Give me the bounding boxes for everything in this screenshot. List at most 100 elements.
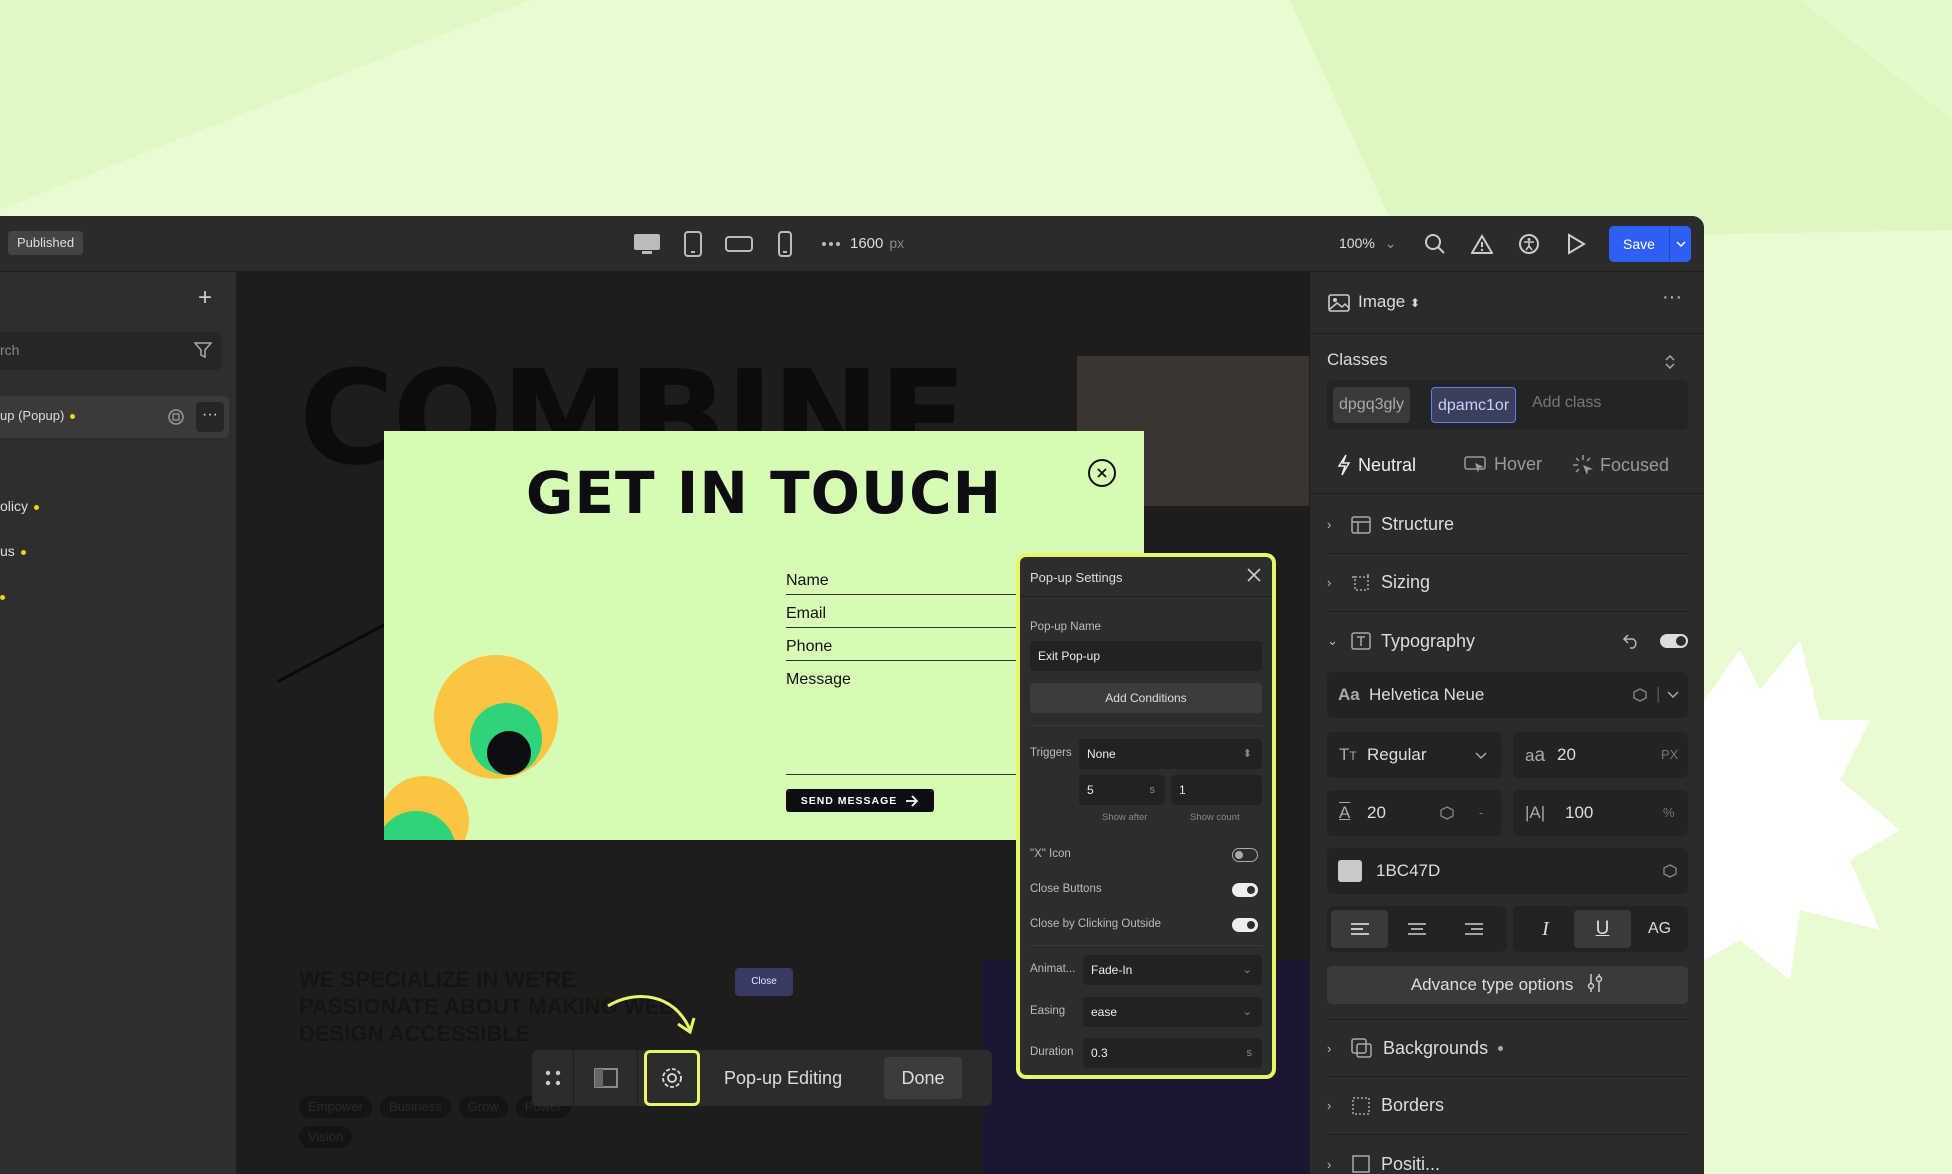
chevron-down-icon[interactable]	[1667, 691, 1679, 699]
variable-icon[interactable]	[1663, 864, 1677, 878]
state-neutral[interactable]: Neutral	[1336, 454, 1416, 476]
email-field[interactable]: Email	[786, 605, 1026, 628]
close-icon[interactable]	[1246, 567, 1262, 583]
section-typography[interactable]: ⌄ Typography	[1327, 612, 1688, 670]
search-icon[interactable]	[1420, 230, 1450, 258]
align-center-icon[interactable]	[1388, 910, 1445, 948]
section-backgrounds[interactable]: › Backgrounds	[1327, 1019, 1688, 1077]
popup-name-input[interactable]: Exit Pop-up	[1030, 641, 1262, 671]
advance-type-options-button[interactable]: Advance type options	[1327, 966, 1688, 1004]
class-chip[interactable]: dpgq3gly	[1333, 387, 1410, 423]
search-input[interactable]: rch	[0, 342, 19, 358]
save-button[interactable]: Save	[1609, 226, 1691, 262]
close-outside-toggle[interactable]	[1232, 918, 1258, 932]
text-style-group: I U AG	[1513, 906, 1688, 952]
chevron-down-icon: ⌄	[1384, 235, 1397, 251]
layout-icon[interactable]	[574, 1050, 638, 1106]
navigator-item[interactable]	[0, 588, 5, 604]
font-size-icon: aa	[1525, 745, 1546, 766]
color-swatch[interactable]	[1338, 860, 1362, 882]
sort-icon: ⬍	[1409, 296, 1421, 310]
navigator-item-popup[interactable]: up (Popup) ···	[0, 396, 229, 438]
component-icon[interactable]	[166, 407, 186, 427]
easing-select[interactable]: ease ⌄	[1083, 997, 1262, 1027]
state-hover[interactable]: Hover	[1464, 454, 1542, 475]
navigator-search[interactable]: rch	[0, 332, 222, 370]
tablet-icon[interactable]	[678, 230, 708, 258]
section-sizing[interactable]: › Sizing	[1327, 554, 1688, 612]
done-button[interactable]: Done	[884, 1057, 962, 1099]
warning-icon[interactable]	[1467, 230, 1497, 258]
close-buttons-label: Close Buttons	[1030, 883, 1102, 895]
reset-icon[interactable]	[1622, 633, 1640, 649]
more-options-icon[interactable]: ···	[1662, 286, 1682, 309]
navigator-item[interactable]: us	[0, 543, 26, 559]
text-case-button[interactable]: AG	[1631, 910, 1688, 948]
navigator-item[interactable]: olicy	[0, 498, 40, 514]
add-class-input[interactable]: Add class	[1532, 394, 1601, 412]
popup-settings-gear-icon[interactable]	[644, 1050, 700, 1106]
send-message-button[interactable]: SEND MESSAGE	[786, 789, 934, 812]
x-icon-toggle[interactable]	[1232, 848, 1258, 862]
expand-icon[interactable]	[1664, 354, 1676, 370]
animation-select[interactable]: Fade-In ⌄	[1083, 955, 1262, 985]
send-message-label: SEND MESSAGE	[800, 794, 898, 807]
typography-toggle[interactable]	[1660, 634, 1688, 648]
chevron-down-icon[interactable]	[1669, 226, 1691, 262]
animation-label: Animat...	[1030, 963, 1076, 975]
popup-title: GET IN TOUCH	[525, 459, 1003, 527]
section-position[interactable]: › Positi...	[1327, 1135, 1688, 1174]
section-structure[interactable]: › Structure	[1327, 496, 1688, 554]
show-count-input[interactable]: 1	[1171, 775, 1262, 805]
class-selector[interactable]: dpgq3gly dpamc1or Add class	[1327, 380, 1688, 430]
section-borders[interactable]: › Borders	[1327, 1077, 1688, 1135]
accessibility-icon[interactable]	[1514, 230, 1544, 258]
style-panel: Image ⬍ ··· Classes dpgq3gly dpamc1or Ad…	[1309, 272, 1704, 1174]
state-label: Focused	[1600, 454, 1670, 475]
modified-dot	[34, 504, 40, 510]
font-family-select[interactable]: Aa Helvetica Neue |	[1327, 672, 1688, 718]
font-size-input[interactable]: aa 20 PX	[1513, 732, 1688, 778]
letter-spacing-input[interactable]: |A| 100 %	[1513, 790, 1688, 836]
more-devices-icon[interactable]	[816, 230, 846, 258]
zoom-select[interactable]: 100% ⌄	[1339, 235, 1396, 252]
close-icon[interactable]	[1088, 459, 1116, 487]
show-after-input[interactable]: 5 s	[1079, 775, 1165, 805]
close-buttons-toggle[interactable]	[1232, 883, 1258, 897]
name-field[interactable]: Name	[786, 572, 1026, 595]
font-color-input[interactable]: 1BC47D	[1327, 848, 1688, 894]
chevron-right-icon: ›	[1327, 575, 1332, 590]
variable-icon[interactable]	[1633, 688, 1647, 702]
triggers-select[interactable]: None ⬍	[1079, 739, 1262, 769]
state-focused[interactable]: Focused	[1572, 454, 1669, 476]
mobile-landscape-icon[interactable]	[724, 230, 754, 258]
desktop-icon[interactable]	[632, 230, 662, 258]
message-field[interactable]: Message	[786, 671, 1026, 775]
duration-input[interactable]: 0.3 s	[1083, 1038, 1262, 1068]
italic-icon[interactable]: I	[1517, 910, 1574, 948]
triggers-label: Triggers	[1030, 747, 1072, 759]
drag-handle-icon[interactable]	[532, 1050, 574, 1106]
triggers-value: None	[1087, 747, 1116, 761]
mobile-portrait-icon[interactable]	[770, 230, 800, 258]
show-after-label: Show after	[1102, 812, 1148, 823]
underline-icon[interactable]: U	[1574, 910, 1631, 948]
line-height-input[interactable]: A 20 -	[1327, 790, 1502, 836]
sliders-icon	[1587, 974, 1603, 992]
add-conditions-button[interactable]: Add Conditions	[1030, 683, 1262, 713]
preview-play-icon[interactable]	[1561, 230, 1591, 258]
more-options-icon[interactable]: ···	[196, 402, 224, 432]
class-chip-selected[interactable]: dpamc1or	[1431, 387, 1517, 423]
align-left-icon[interactable]	[1331, 910, 1388, 948]
sizing-icon	[1352, 573, 1369, 591]
filter-icon[interactable]	[194, 341, 212, 359]
font-weight-select[interactable]: TT Regular	[1327, 732, 1502, 778]
close-button-element[interactable]: Close	[735, 968, 793, 996]
navigator-item-label: olicy	[0, 498, 29, 514]
align-right-icon[interactable]	[1445, 910, 1502, 948]
element-type-selector[interactable]: Image ⬍	[1358, 292, 1420, 312]
canvas-width[interactable]: 1600 px	[850, 235, 904, 252]
phone-field[interactable]: Phone	[786, 638, 1026, 661]
add-icon[interactable]: +	[198, 284, 212, 312]
variable-icon[interactable]	[1440, 806, 1454, 820]
